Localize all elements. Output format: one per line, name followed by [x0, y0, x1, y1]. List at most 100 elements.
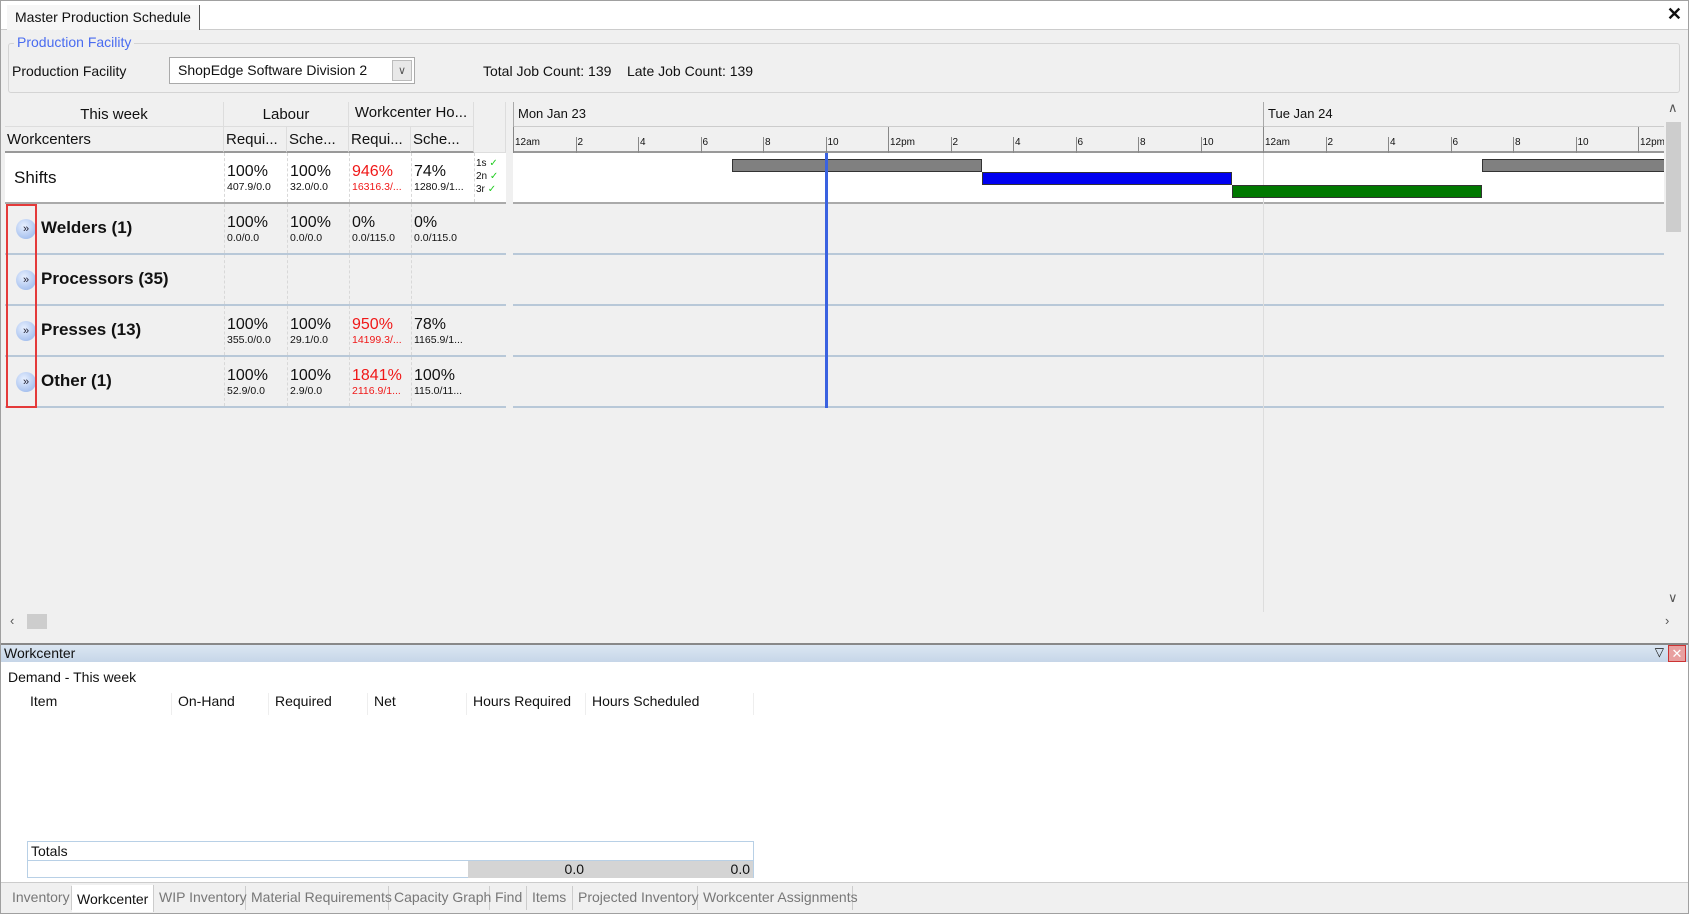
col-net[interactable]: Net: [368, 693, 467, 715]
hours: 0.0/0.0: [227, 232, 260, 244]
hour-tick: 6: [700, 137, 708, 153]
percent: 100%: [290, 316, 331, 333]
tab-capacity-graph[interactable]: Capacity Graph: [389, 886, 491, 910]
tab-workcenter-assignments[interactable]: Workcenter Assignments: [698, 886, 858, 910]
empty-cell: [287, 255, 349, 304]
hour-tick: 4: [1013, 137, 1021, 153]
document-tab[interactable]: Master Production Schedule: [7, 5, 200, 30]
tab-find[interactable]: Find: [490, 886, 527, 910]
scroll-right-icon[interactable]: ›: [1665, 613, 1669, 628]
panel-header: Workcenter ▽ ✕: [1, 643, 1688, 662]
tab-projected-inventory[interactable]: Projected Inventory: [573, 886, 699, 910]
header-wc-required[interactable]: Requi...: [349, 127, 411, 153]
percent: 950%: [352, 316, 393, 333]
hour-tick: 2: [1325, 137, 1333, 153]
late-job-count: Late Job Count: 139: [626, 63, 754, 79]
percent: 1841%: [352, 367, 402, 384]
hour-tick: 8: [763, 137, 771, 153]
panel-close-icon[interactable]: ✕: [1668, 645, 1686, 662]
gantt-chart: Mon Jan 23 Tue Jan 24 12am 2 4 6 8 10 12pm 2 4 6 8 1…: [513, 102, 1664, 612]
workcenter-row[interactable]: » Welders (1) 100% 0.0/0.0 100% 0.0/0.0 0% 0.0/…: [5, 204, 506, 255]
col-hours-required[interactable]: Hours Required: [467, 693, 586, 715]
header-labour-scheduled[interactable]: Sche...: [287, 127, 349, 153]
hours: 32.0/0.0: [290, 181, 328, 193]
value-cell: 100% 52.9/0.0: [224, 357, 287, 406]
hours: 407.9/0.0: [227, 181, 271, 193]
gantt-row: [513, 204, 1664, 255]
hours: 1280.9/1...: [414, 181, 464, 193]
tab-wip-inventory[interactable]: WIP Inventory: [154, 886, 247, 910]
hours: 355.0/0.0: [227, 334, 271, 346]
header-blank: [474, 102, 506, 153]
value-cell: 1841% 2116.9/1...: [349, 357, 411, 406]
day-label: Tue Jan 24: [1263, 102, 1664, 127]
hour-tick: 4: [1388, 137, 1396, 153]
header-workcenters[interactable]: Workcenters: [5, 127, 224, 153]
hour-tick: 6: [1075, 137, 1083, 153]
vertical-scrollbar[interactable]: ∧ ∨: [1664, 100, 1683, 612]
tab-inventory[interactable]: Inventory: [7, 886, 72, 910]
scroll-left-icon[interactable]: ‹: [10, 613, 14, 628]
col-item[interactable]: Item: [24, 693, 172, 715]
dropdown-triangle-icon[interactable]: ▽: [1655, 645, 1664, 659]
value-cell: 74% 1280.9/1...: [411, 153, 474, 202]
workcenter-row[interactable]: » Presses (13) 100% 355.0/0.0 100% 29.1/0.0 95…: [5, 306, 506, 357]
percent: 0%: [352, 214, 376, 231]
workcenter-name: Other (1): [41, 371, 112, 390]
tab-items[interactable]: Items: [527, 886, 573, 910]
col-hours-scheduled[interactable]: Hours Scheduled: [586, 693, 754, 715]
percent: 100%: [227, 163, 268, 180]
facility-group-title: Production Facility: [14, 34, 135, 50]
bottom-tab-bar: Inventory Workcenter WIP Inventory Material…: [1, 882, 1688, 912]
workcenter-row[interactable]: » Processors (35): [5, 255, 506, 306]
close-icon[interactable]: ✕: [1667, 4, 1682, 25]
shift-bar-3r[interactable]: [1231, 185, 1482, 198]
gantt-row: [513, 306, 1664, 357]
horizontal-scroll-thumb[interactable]: [27, 614, 47, 629]
empty-cell: [349, 255, 411, 304]
percent: 100%: [414, 367, 455, 384]
workcenter-row[interactable]: » Other (1) 100% 52.9/0.0 100% 2.9/0.0 1841% 21…: [5, 357, 506, 408]
value-cell: 950% 14199.3/...: [349, 306, 411, 355]
chevron-down-icon[interactable]: ∨: [392, 60, 412, 81]
facility-selected: ShopEdge Software Division 2: [178, 62, 368, 78]
scroll-down-icon[interactable]: ∨: [1668, 590, 1678, 606]
tab-workcenter[interactable]: Workcenter: [72, 885, 154, 912]
shift-bar-2n[interactable]: [981, 172, 1232, 185]
hours: 2116.9/1...: [352, 385, 401, 397]
col-required[interactable]: Required: [269, 693, 368, 715]
total-job-count: Total Job Count: 139: [483, 63, 612, 79]
hours: 52.9/0.0: [227, 385, 265, 397]
shifts-row[interactable]: Shifts 100% 407.9/0.0 100% 32.0/0.0 946% 1631…: [5, 153, 506, 204]
hour-tick: 2: [950, 137, 958, 153]
vertical-scroll-thumb[interactable]: [1666, 122, 1681, 232]
value-cell: 100% 29.1/0.0: [287, 306, 349, 355]
hour-tick: 2: [575, 137, 583, 153]
total-hours-required: 0.0: [468, 861, 587, 878]
horizontal-scrollbar[interactable]: ‹ ›: [5, 612, 1683, 631]
demand-title: Demand - This week: [8, 669, 137, 685]
col-on-hand[interactable]: On-Hand: [172, 693, 269, 715]
hours: 0.0/115.0: [414, 232, 458, 244]
value-cell: 0% 0.0/115.0: [411, 204, 474, 253]
percent: 100%: [290, 163, 331, 180]
day-divider: [1263, 153, 1264, 612]
scroll-up-icon[interactable]: ∧: [1668, 100, 1678, 116]
hours: 115.0/11...: [414, 385, 463, 397]
totals-row: 0.0 0.0: [28, 860, 753, 878]
gantt-day-header: Mon Jan 23 Tue Jan 24: [513, 102, 1664, 127]
shift-bar-1s[interactable]: [731, 159, 982, 172]
header-labour: Labour: [224, 102, 349, 127]
empty-cell: [224, 255, 287, 304]
facility-dropdown[interactable]: ShopEdge Software Division 2 ∨: [169, 57, 415, 84]
header-labour-required[interactable]: Requi...: [224, 127, 287, 153]
tab-material-requirements[interactable]: Material Requirements: [246, 886, 392, 910]
title-bar: Master Production Schedule ✕: [1, 1, 1688, 30]
header-wc-scheduled[interactable]: Sche...: [411, 127, 474, 153]
hour-tick: 10: [825, 137, 839, 153]
empty-cell: [411, 255, 474, 304]
shift-bar-1s[interactable]: [1481, 159, 1664, 172]
workcenter-name: Processors (35): [41, 269, 169, 288]
gantt-row: [513, 357, 1664, 408]
percent: 100%: [227, 367, 268, 384]
